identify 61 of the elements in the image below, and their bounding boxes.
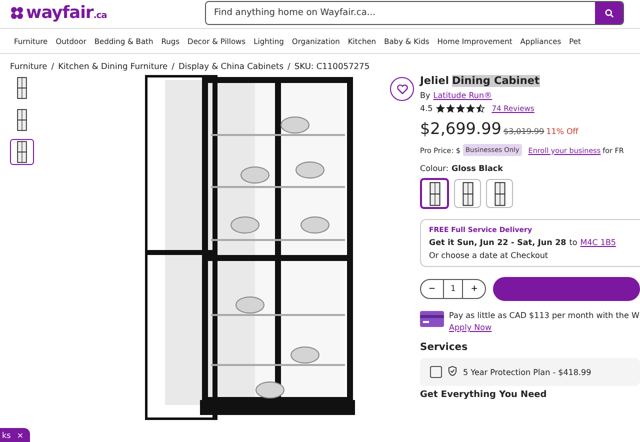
increase-button[interactable]: +	[463, 283, 486, 295]
tab-label: ks	[2, 430, 11, 440]
breadcrumb-link[interactable]: Furniture	[10, 61, 48, 71]
price: $2,699.99	[420, 119, 502, 138]
to-label: to	[569, 238, 578, 247]
star-icon	[456, 104, 465, 113]
checkbox[interactable]	[430, 366, 442, 378]
colour-swatch[interactable]	[486, 179, 513, 208]
logo-text: wayfair	[26, 3, 94, 23]
credit-card-icon	[420, 311, 444, 327]
star-icon	[446, 104, 455, 113]
heart-icon	[396, 84, 408, 94]
colour-value: Gloss Black	[452, 164, 503, 173]
selected-title-text: Dining Cabinet	[452, 75, 540, 87]
decrease-button[interactable]: −	[421, 283, 443, 295]
colour-swatch[interactable]	[420, 178, 449, 209]
service-label: 5 Year Protection Plan - $418.99	[463, 368, 592, 376]
search-button[interactable]	[595, 2, 623, 24]
add-to-cart-button[interactable]	[493, 277, 640, 301]
close-icon[interactable]: ×	[16, 430, 24, 440]
star-icon	[466, 104, 475, 113]
cabinet-thumbnail-icon	[16, 109, 28, 131]
cabinet-thumbnail-icon	[428, 182, 440, 206]
financing-text: Pay as little as CAD $113 per month with the W	[449, 311, 640, 320]
bottom-tab[interactable]: ks ×	[0, 428, 30, 442]
shield-check-icon	[448, 366, 457, 376]
sku-text: SKU: C110057275	[294, 61, 370, 71]
star-icon	[436, 104, 445, 113]
cabinet-thumbnail-icon	[462, 182, 474, 206]
original-price: $3,019.99	[503, 127, 544, 136]
discount-text: 11% Off	[546, 127, 578, 136]
search-field[interactable]: Find anything home on Wayfair.ca...	[205, 1, 624, 25]
colour-swatch[interactable]	[454, 179, 481, 208]
colour-label: Colour:	[420, 164, 449, 173]
search-icon	[604, 8, 614, 18]
breadcrumb-link[interactable]: Display & China Cabinets	[178, 61, 284, 71]
brand-link[interactable]: Latitude Run®	[433, 91, 492, 100]
delivery-alt-text: Or choose a date at Checkout	[429, 251, 550, 260]
logo-flower-icon	[10, 6, 24, 20]
favorite-button[interactable]	[390, 77, 414, 101]
cabinet-thumbnail-icon	[16, 77, 28, 99]
quantity-field[interactable]: 1	[443, 280, 464, 298]
thumbnail[interactable]	[10, 139, 34, 165]
services-heading: Services	[420, 342, 469, 353]
cabinet-thumbnail-icon	[494, 182, 506, 206]
wayfair-logo[interactable]: wayfair.ca	[10, 3, 205, 23]
service-option[interactable]: 5 Year Protection Plan - $418.99	[420, 358, 640, 386]
product-title: Jeliel	[420, 75, 449, 87]
delivery-dates: Get it Sun, Jun 22 - Sat, Jun 28	[429, 238, 566, 247]
by-label: By	[420, 91, 430, 100]
breadcrumb-separator: /	[51, 61, 54, 71]
star-icon	[476, 104, 485, 113]
rating-value: 4.5	[420, 104, 433, 113]
logo-suffix: .ca	[93, 11, 107, 21]
cabinet-thumbnail-icon	[16, 141, 28, 163]
section-heading: Get Everything You Need	[420, 390, 548, 400]
breadcrumb-link[interactable]: Kitchen & Dining Furniture	[58, 61, 168, 71]
breadcrumb-separator: /	[172, 61, 174, 71]
breadcrumb-separator: /	[288, 61, 290, 71]
apply-now-link[interactable]: Apply Now	[449, 323, 492, 332]
postal-code-link[interactable]: M4C 1B5	[580, 238, 616, 247]
